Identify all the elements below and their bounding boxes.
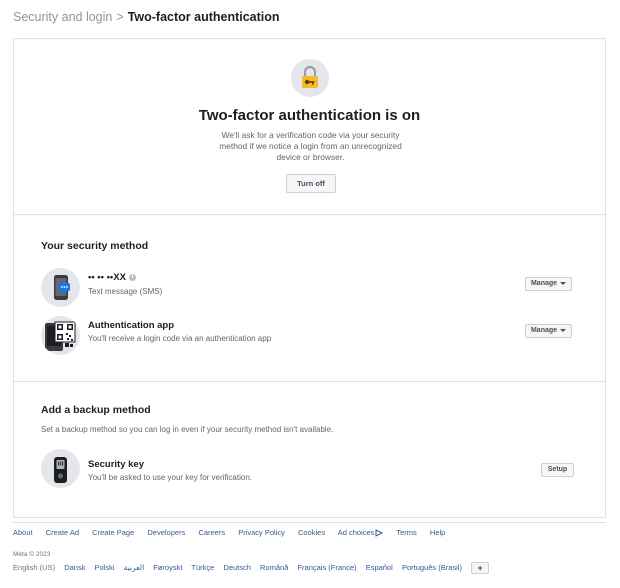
sms-method-title: •• •• ••XX i — [88, 272, 136, 283]
footer-link-privacy-policy[interactable]: Privacy Policy — [238, 528, 285, 537]
auth-app-subtitle: You'll receive a login code via an authe… — [88, 334, 272, 343]
language-link[interactable]: Português (Brasil) — [402, 563, 462, 572]
footer-link-cookies[interactable]: Cookies — [298, 528, 325, 537]
turn-off-button[interactable]: Turn off — [286, 174, 336, 193]
language-link[interactable]: Deutsch — [223, 563, 251, 572]
two-factor-card: Two-factor authentication is on We'll as… — [13, 38, 606, 518]
chevron-down-icon — [560, 328, 567, 332]
language-link[interactable]: Français (France) — [297, 563, 356, 572]
more-languages-button[interactable]: + — [471, 562, 490, 574]
masked-phone-number: •• •• ••XX — [88, 272, 126, 283]
backup-method-description: Set a backup method so you can log in ev… — [41, 425, 334, 434]
security-key-title: Security key — [88, 459, 144, 470]
status-description: We'll ask for a verification code via yo… — [219, 130, 402, 162]
language-link[interactable]: Polski — [95, 563, 115, 572]
footer-divider — [13, 522, 606, 523]
language-link[interactable]: Română — [260, 563, 288, 572]
language-link[interactable]: Türkçe — [191, 563, 214, 572]
backup-method-section: Add a backup method Set a backup method … — [14, 382, 605, 519]
footer-link-terms[interactable]: Terms — [396, 528, 416, 537]
footer-link-create-page[interactable]: Create Page — [92, 528, 134, 537]
footer-link-ad-choices[interactable]: Ad choices — [338, 528, 384, 537]
phone-sms-icon — [41, 268, 80, 307]
breadcrumb-separator: > — [116, 10, 124, 24]
page-title: Two-factor authentication — [127, 10, 280, 24]
sms-method-subtitle: Text message (SMS) — [88, 287, 163, 296]
ad-choices-icon — [375, 529, 384, 537]
breadcrumb-parent-link[interactable]: Security and login — [13, 10, 112, 24]
security-key-subtitle: You'll be asked to use your key for veri… — [88, 473, 252, 482]
security-method-title: Your security method — [41, 240, 149, 252]
security-key-icon — [41, 449, 80, 488]
manage-auth-app-label: Manage — [530, 327, 558, 334]
language-link[interactable]: العربية — [124, 563, 145, 572]
language-link[interactable]: Dansk — [64, 563, 85, 572]
current-language: English (US) — [13, 562, 56, 572]
padlock-key-icon — [291, 59, 329, 97]
info-icon[interactable]: i — [128, 273, 136, 281]
auth-app-title: Authentication app — [88, 320, 175, 331]
manage-sms-label: Manage — [530, 280, 558, 287]
footer-link-careers[interactable]: Careers — [198, 528, 225, 537]
footer-links: About Create Ad Create Page Developers C… — [13, 528, 456, 537]
manage-sms-button[interactable]: Manage — [525, 277, 572, 291]
language-link[interactable]: Español — [366, 563, 393, 572]
footer-link-help[interactable]: Help — [430, 528, 445, 537]
language-selector: English (US) Dansk Polski العربية Føroys… — [13, 562, 490, 574]
backup-method-title: Add a backup method — [41, 404, 151, 416]
footer-link-about[interactable]: About — [13, 528, 33, 537]
breadcrumb: Security and login > Two-factor authentica… — [13, 10, 280, 24]
copyright: Meta © 2023 — [13, 551, 51, 558]
qr-phone-icon — [41, 316, 80, 355]
manage-auth-app-button[interactable]: Manage — [525, 324, 572, 338]
status-section: Two-factor authentication is on We'll as… — [14, 39, 605, 215]
language-link[interactable]: Føroyskt — [153, 563, 182, 572]
security-method-section: Your security method •• •• ••XX i Text me… — [14, 215, 605, 382]
setup-security-key-button[interactable]: Setup — [541, 463, 574, 477]
status-title: Two-factor authentication is on — [198, 107, 421, 124]
footer-link-developers[interactable]: Developers — [147, 528, 185, 537]
footer-link-create-ad[interactable]: Create Ad — [46, 528, 79, 537]
ad-choices-label: Ad choices — [337, 528, 375, 537]
chevron-down-icon — [560, 281, 567, 285]
